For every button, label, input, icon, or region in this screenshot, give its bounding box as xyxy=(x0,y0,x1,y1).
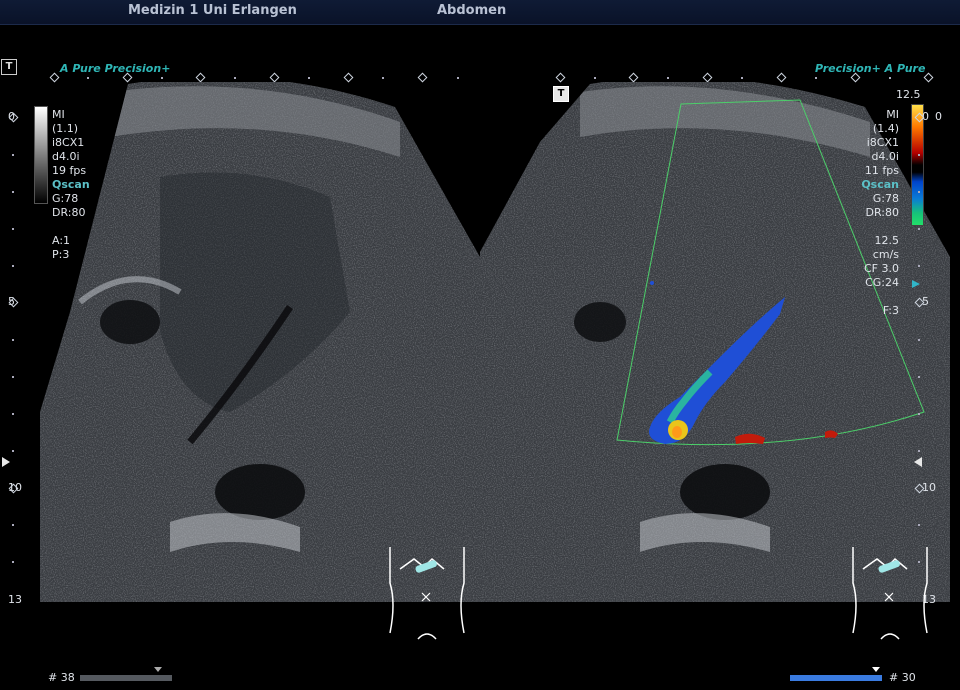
focus-marker-left-icon[interactable] xyxy=(2,457,10,467)
depth-tick xyxy=(918,191,920,193)
tick-diamond xyxy=(269,72,280,83)
tick-diamond xyxy=(195,72,206,83)
param: (1.1) xyxy=(52,122,79,135)
param xyxy=(52,220,90,234)
param: DR:80 xyxy=(52,206,86,219)
depth-tick xyxy=(918,524,920,526)
depth-tick xyxy=(12,265,14,267)
param xyxy=(861,220,899,234)
depth-tick xyxy=(918,450,920,452)
param: A:1 xyxy=(52,234,71,247)
body-mark-left-icon xyxy=(389,547,465,640)
depth-tick xyxy=(12,376,14,378)
param: Qscan xyxy=(861,178,899,191)
depth-tick xyxy=(918,228,920,230)
tick-dot xyxy=(594,77,596,79)
depth-tick xyxy=(12,524,14,526)
tick-diamond xyxy=(122,72,133,83)
param: CF 3.0 xyxy=(864,262,899,275)
param: P:3 xyxy=(52,248,70,261)
param: G:78 xyxy=(52,192,79,205)
color-scale-top: 12.5 xyxy=(896,88,921,101)
param: 12.5 xyxy=(874,234,900,247)
institution-label: Medizin 1 Uni Erlangen xyxy=(128,3,297,18)
depth-label: 13 xyxy=(8,593,22,606)
tick-diamond xyxy=(702,72,713,83)
depth-scale-right: 0 5 10 13 xyxy=(914,108,952,608)
depth-tick xyxy=(918,339,920,341)
tick-diamond xyxy=(417,72,428,83)
tick-diamond xyxy=(343,72,354,83)
depth-tick xyxy=(12,339,14,341)
frame-counter-right: # 30 xyxy=(889,671,916,684)
depth-tick xyxy=(12,450,14,452)
header-bar: Medizin 1 Uni Erlangen Abdomen xyxy=(0,0,960,25)
param: cm/s xyxy=(872,248,899,261)
depth-tick xyxy=(918,265,920,267)
param: F:3 xyxy=(882,304,899,317)
param: (1.4) xyxy=(872,122,899,135)
tick-dot xyxy=(667,77,669,79)
tick-diamond xyxy=(49,72,60,83)
param: i8CX1 xyxy=(866,136,899,149)
t-left-icon[interactable]: T xyxy=(1,59,17,75)
depth-tick xyxy=(12,228,14,230)
param: DR:80 xyxy=(865,206,899,219)
tick-diamond xyxy=(923,72,934,83)
depth-tick xyxy=(918,413,920,415)
params-left: MI (1.1) i8CX1 d4.0i 19 fps Qscan G:78 D… xyxy=(52,108,90,262)
tick-diamond xyxy=(776,72,787,83)
param: Qscan xyxy=(52,178,90,191)
param: 19 fps xyxy=(52,164,87,177)
param: d4.0i xyxy=(52,150,80,163)
focus-marker-right-icon[interactable] xyxy=(914,457,922,467)
tick-dot xyxy=(815,77,817,79)
depth-scale-left: 0 5 10 13 xyxy=(8,108,38,608)
depth-tick xyxy=(12,154,14,156)
cine-marker-right-icon[interactable] xyxy=(872,667,880,672)
tick-diamond xyxy=(850,72,861,83)
cine-slider-right[interactable] xyxy=(790,675,882,681)
param: d4.0i xyxy=(871,150,899,163)
params-right: MI (1.4) i8CX1 d4.0i 11 fps Qscan G:78 D… xyxy=(861,108,899,318)
param: MI xyxy=(52,108,65,121)
cine-marker-left-icon[interactable] xyxy=(154,667,162,672)
exam-label: Abdomen xyxy=(437,3,507,18)
body-mark-right-icon xyxy=(852,547,928,640)
param: CG:24 xyxy=(865,276,899,289)
depth-tick xyxy=(12,561,14,563)
depth-tick xyxy=(918,376,920,378)
tick-dot xyxy=(457,77,459,79)
depth-tick xyxy=(12,191,14,193)
tick-diamond xyxy=(628,72,639,83)
frame-counter-left: # 38 xyxy=(48,671,75,684)
param: i8CX1 xyxy=(52,136,85,149)
tick-dot xyxy=(889,77,891,79)
tick-dot xyxy=(87,77,89,79)
param xyxy=(861,290,899,304)
param: MI xyxy=(886,108,899,121)
depth-tick xyxy=(918,154,920,156)
tick-diamond xyxy=(555,72,566,83)
tick-dot xyxy=(161,77,163,79)
param: 11 fps xyxy=(864,164,899,177)
tick-dot xyxy=(382,77,384,79)
tick-dot xyxy=(741,77,743,79)
depth-tick xyxy=(12,413,14,415)
baseline-marker-icon[interactable] xyxy=(912,280,920,288)
cine-slider-left[interactable] xyxy=(80,675,172,681)
tick-dot xyxy=(234,77,236,79)
param: G:78 xyxy=(872,192,899,205)
tick-dot xyxy=(308,77,310,79)
